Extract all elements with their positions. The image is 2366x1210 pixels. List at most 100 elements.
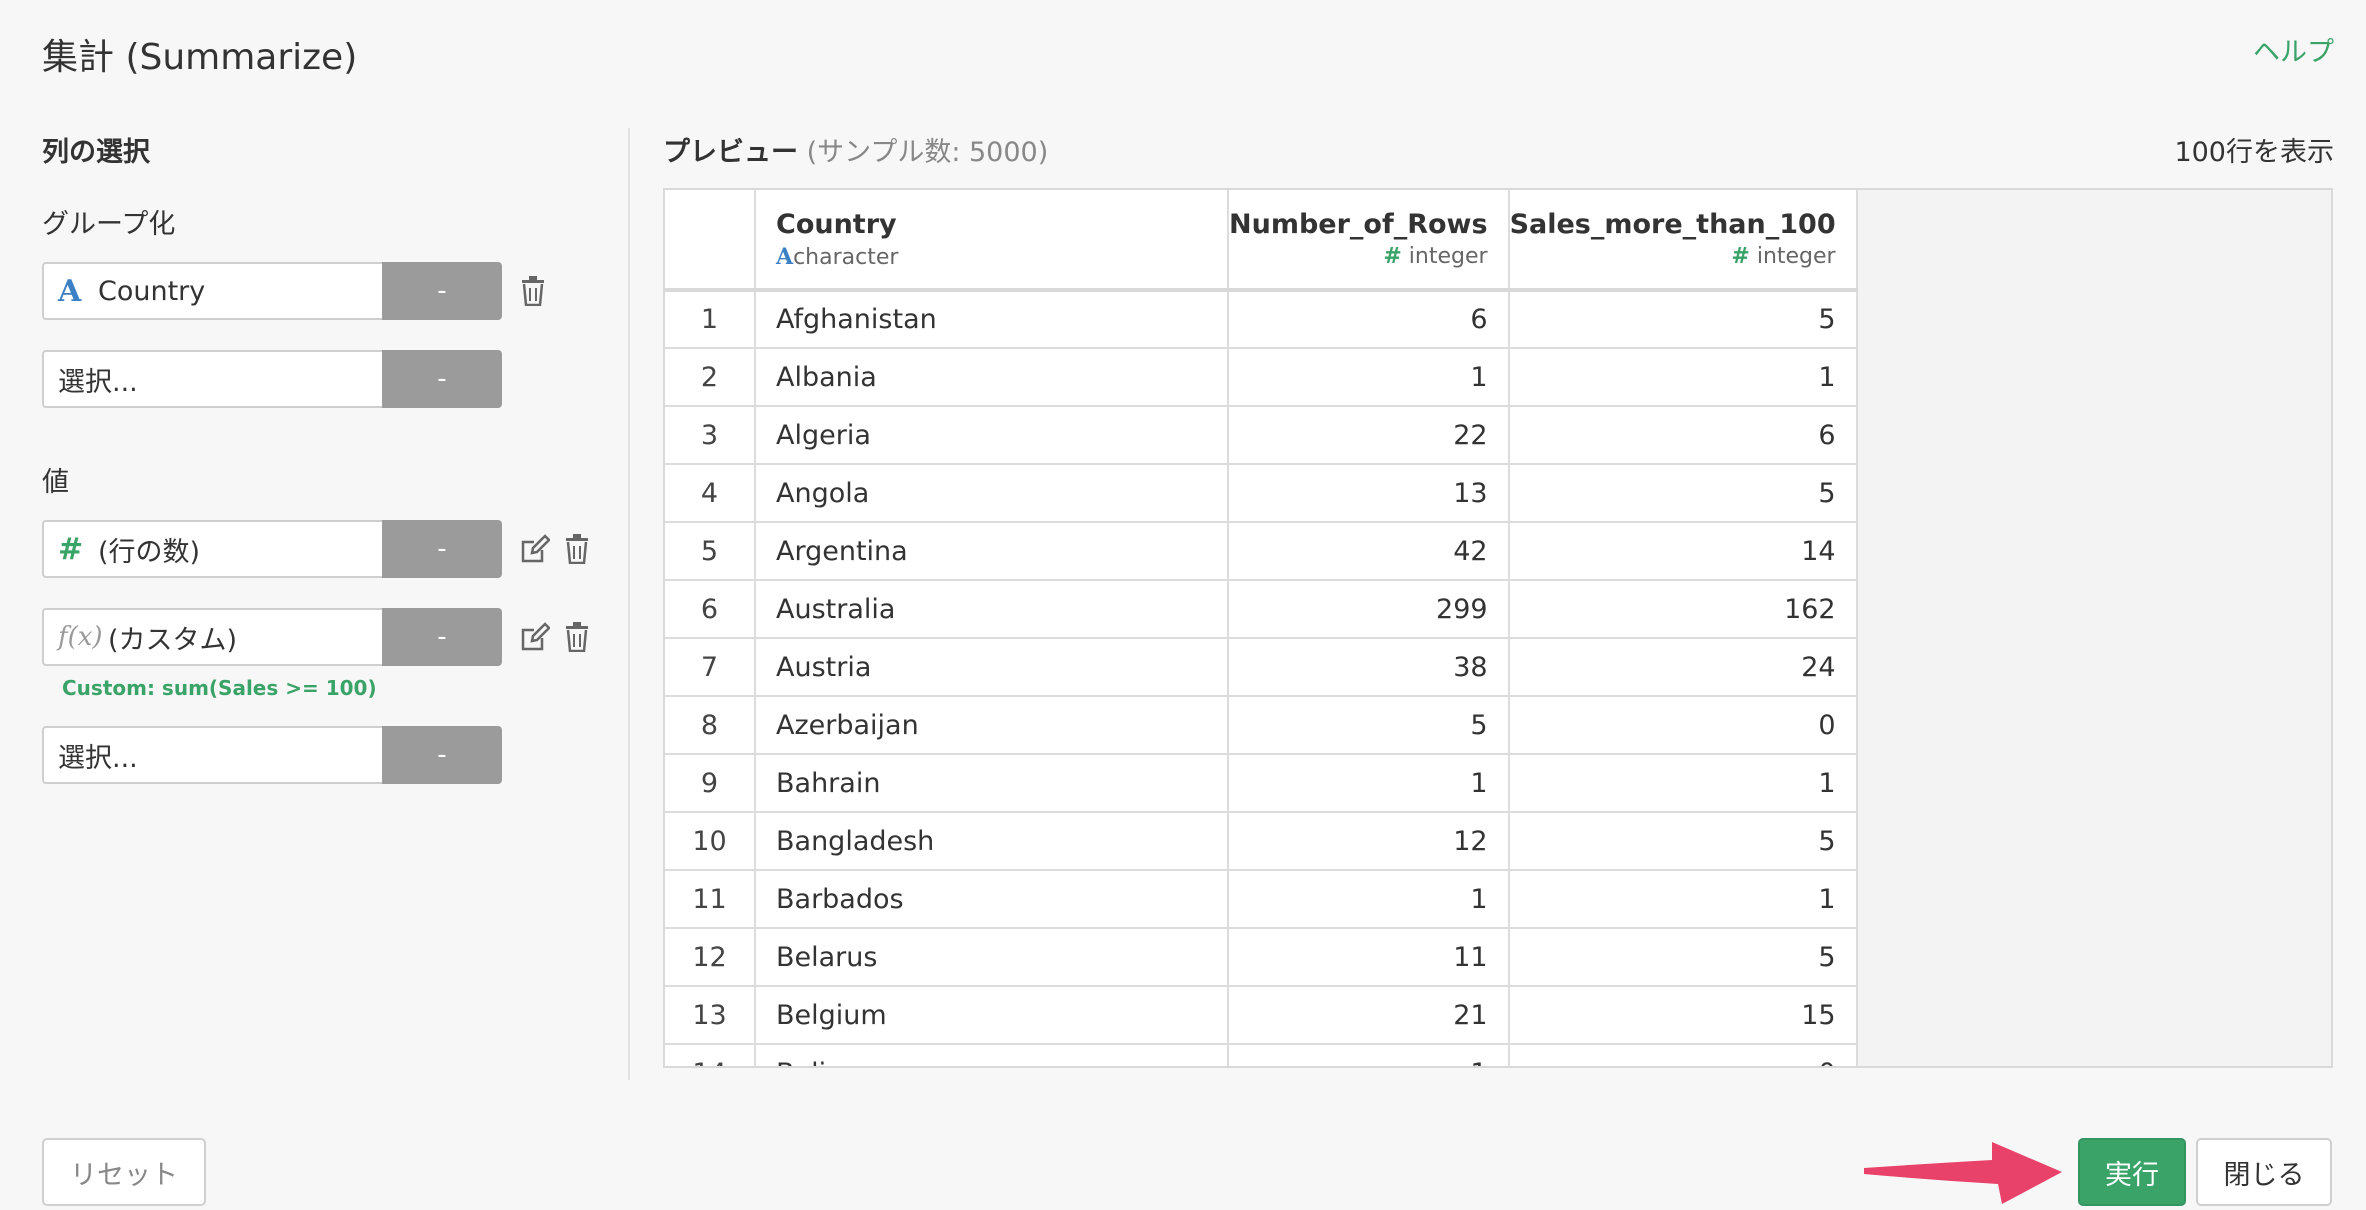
value-select-empty[interactable]: 選択... [42, 726, 382, 784]
cell-country: Australia [755, 580, 1229, 639]
cell-number-of-rows: 11 [1228, 928, 1510, 987]
row-index: 5 [665, 522, 756, 581]
value-field-empty: 選択... - [42, 726, 502, 784]
row-index: 7 [665, 638, 756, 697]
cell-country: Bahrain [755, 754, 1229, 813]
preview-table-container[interactable]: Country Acharacter Number_of_Rows # inte… [663, 188, 2333, 1068]
cell-country: Austria [755, 638, 1229, 697]
row-index: 8 [665, 696, 756, 755]
character-type-icon: A [776, 243, 794, 270]
value-select-rowcount[interactable]: # (行の数) [42, 520, 382, 578]
cell-number-of-rows: 21 [1228, 986, 1510, 1045]
cell-number-of-rows: 38 [1228, 638, 1510, 697]
integer-type-icon: # [58, 531, 84, 567]
row-count-label: 100行を表示 [2174, 137, 2334, 168]
cell-sales-more-than-100: 0 [1508, 696, 1858, 755]
cell-number-of-rows: 1 [1228, 348, 1510, 407]
cell-sales-more-than-100: 1 [1508, 348, 1858, 407]
cell-sales-more-than-100: 1 [1508, 870, 1858, 929]
cell-country: Angola [755, 464, 1229, 523]
group-field-empty: 選択... - [42, 350, 502, 408]
group-field-label: Country [98, 275, 206, 307]
integer-type-icon: # [1383, 244, 1402, 269]
value-title: 値 [42, 467, 69, 498]
row-index: 12 [665, 928, 756, 987]
cell-number-of-rows: 6 [1228, 290, 1510, 349]
table-row: 7 Austria 38 24 [665, 638, 1858, 697]
column-header-sales-more-than-100[interactable]: Sales_more_than_100 # integer [1508, 190, 1858, 292]
character-type-icon: A [58, 273, 82, 309]
value-field-placeholder: 選択... [58, 742, 138, 774]
value-field-label: (カスタム) [108, 624, 238, 656]
cell-country: Bangladesh [755, 812, 1229, 871]
cell-sales-more-than-100: 0 [1508, 1044, 1858, 1066]
cell-number-of-rows: 42 [1228, 522, 1510, 581]
group-select-country[interactable]: A Country [42, 262, 382, 320]
table-row: 2 Albania 1 1 [665, 348, 1858, 407]
edit-icon[interactable] [520, 534, 550, 564]
cell-number-of-rows: 299 [1228, 580, 1510, 639]
row-index: 10 [665, 812, 756, 871]
table-row: 10 Bangladesh 12 5 [665, 812, 1858, 871]
table-row: 13 Belgium 21 15 [665, 986, 1858, 1045]
group-function-dropdown[interactable]: - [382, 262, 502, 320]
cell-number-of-rows: 1 [1228, 870, 1510, 929]
row-index: 1 [665, 290, 756, 349]
edit-icon[interactable] [520, 622, 550, 652]
row-index: 13 [665, 986, 756, 1045]
integer-type-icon: # [1731, 244, 1750, 269]
value-function-dropdown[interactable]: - [382, 520, 502, 578]
column-selection-title: 列の選択 [42, 137, 150, 168]
help-link[interactable]: ヘルプ [2253, 30, 2334, 69]
trash-icon[interactable] [520, 276, 546, 306]
preview-table: Country Acharacter Number_of_Rows # inte… [665, 190, 1858, 1066]
column-name: Number_of_Rows [1229, 209, 1488, 240]
value-field-label: (行の数) [98, 536, 201, 568]
table-row: 9 Bahrain 1 1 [665, 754, 1858, 813]
cell-sales-more-than-100: 5 [1508, 928, 1858, 987]
column-header-country[interactable]: Country Acharacter [755, 190, 1229, 292]
cell-sales-more-than-100: 162 [1508, 580, 1858, 639]
group-field-country: A Country - [42, 262, 546, 320]
row-index: 3 [665, 406, 756, 465]
column-type: character [793, 244, 899, 270]
group-function-dropdown-empty[interactable]: - [382, 350, 502, 408]
value-function-dropdown[interactable]: - [382, 608, 502, 666]
table-row: 8 Azerbaijan 5 0 [665, 696, 1858, 755]
trash-icon[interactable] [564, 534, 590, 564]
cell-sales-more-than-100: 24 [1508, 638, 1858, 697]
cell-sales-more-than-100: 14 [1508, 522, 1858, 581]
cell-number-of-rows: 13 [1228, 464, 1510, 523]
column-header-number-of-rows[interactable]: Number_of_Rows # integer [1228, 190, 1510, 292]
run-button[interactable]: 実行 [2078, 1138, 2186, 1206]
pointer-arrow-icon [1864, 1142, 2062, 1204]
value-function-dropdown-empty[interactable]: - [382, 726, 502, 784]
cell-country: Belize [755, 1044, 1229, 1066]
value-select-custom[interactable]: f(x) (カスタム) [42, 608, 382, 666]
row-index: 2 [665, 348, 756, 407]
value-field-custom: f(x) (カスタム) - [42, 608, 590, 666]
column-type: integer [1756, 244, 1836, 269]
row-index: 11 [665, 870, 756, 929]
close-button[interactable]: 閉じる [2196, 1138, 2332, 1206]
row-index: 6 [665, 580, 756, 639]
table-row: 1 Afghanistan 6 5 [665, 290, 1858, 349]
table-row: 4 Angola 13 5 [665, 464, 1858, 523]
cell-number-of-rows: 22 [1228, 406, 1510, 465]
preview-title: プレビュー (サンプル数: 5000) [663, 130, 1048, 169]
row-index: 9 [665, 754, 756, 813]
row-index: 14 [665, 1044, 756, 1066]
cell-sales-more-than-100: 15 [1508, 986, 1858, 1045]
column-type: integer [1408, 244, 1488, 269]
value-field-rowcount: # (行の数) - [42, 520, 590, 578]
trash-icon[interactable] [564, 622, 590, 652]
group-select-empty[interactable]: 選択... [42, 350, 382, 408]
column-name: Sales_more_than_100 [1509, 209, 1836, 240]
cell-country: Argentina [755, 522, 1229, 581]
cell-country: Barbados [755, 870, 1229, 929]
cell-sales-more-than-100: 6 [1508, 406, 1858, 465]
cell-country: Albania [755, 348, 1229, 407]
sample-size: (サンプル数: 5000) [806, 137, 1049, 168]
reset-button[interactable]: リセット [42, 1138, 206, 1206]
cell-country: Afghanistan [755, 290, 1229, 349]
